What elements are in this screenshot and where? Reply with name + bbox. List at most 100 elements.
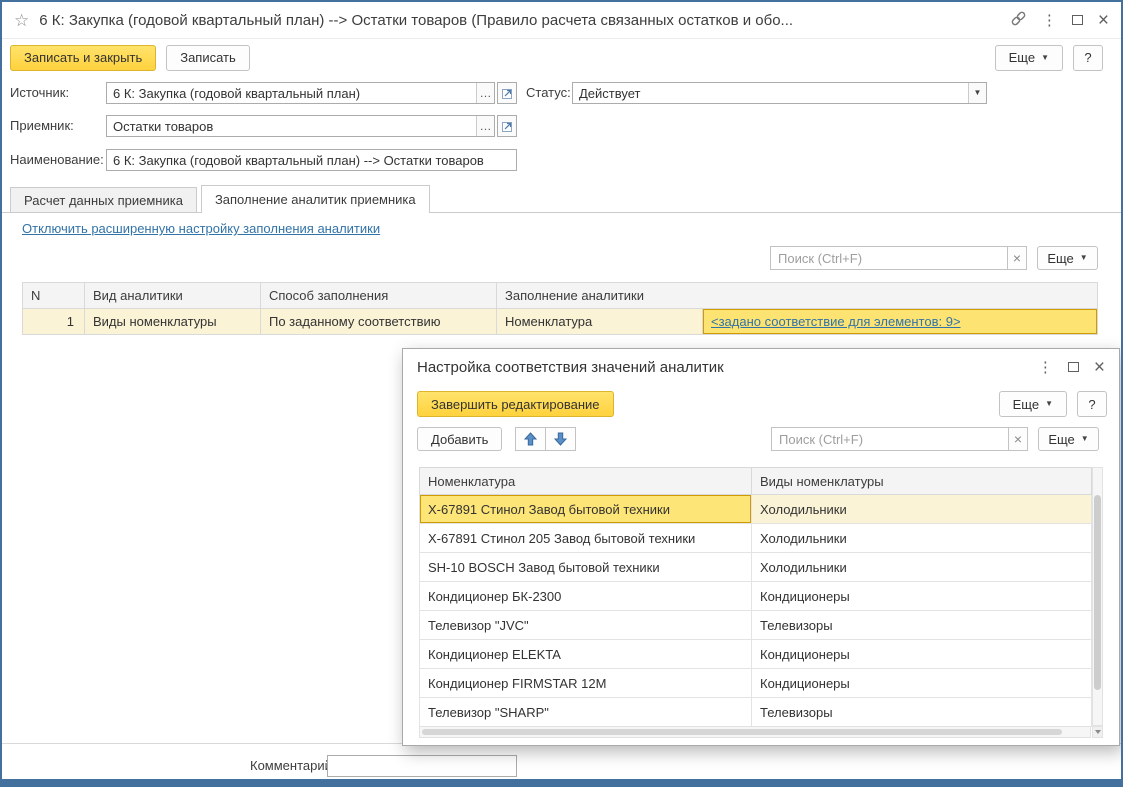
cell-item-kind[interactable]: Телевизоры <box>751 610 1092 640</box>
dialog-close-icon[interactable]: × <box>1094 358 1105 377</box>
receiver-choose-button[interactable]: … <box>476 116 494 136</box>
dialog-search-clear-button[interactable]: × <box>1008 427 1028 451</box>
more-label: Еще <box>1048 431 1075 447</box>
more-label: Еще <box>1012 396 1040 412</box>
save-button[interactable]: Записать <box>166 44 250 71</box>
cell-item[interactable]: Х-67891 Стинол 205 Завод бытовой техники <box>419 523 752 553</box>
close-icon[interactable]: × <box>1098 11 1109 30</box>
cell-item-kind[interactable]: Кондиционеры <box>751 639 1092 669</box>
scroll-down-button[interactable] <box>1092 726 1103 738</box>
source-open-button[interactable] <box>497 82 517 104</box>
column-header-n[interactable]: N <box>22 282 85 309</box>
dialog-menu-icon[interactable]: ⋮ <box>1038 360 1053 375</box>
analytics-search-input[interactable] <box>771 247 1007 269</box>
cell-row-number[interactable]: 1 <box>22 308 85 335</box>
tab-calc-data[interactable]: Расчет данных приемника <box>10 187 197 213</box>
vertical-scrollbar[interactable] <box>1092 467 1103 726</box>
name-field <box>106 149 517 171</box>
arrow-up-icon <box>524 432 537 446</box>
maximize-icon[interactable] <box>1071 15 1083 25</box>
source-label: Источник: <box>10 85 70 100</box>
cell-item[interactable]: SH-10 BOSCH Завод бытовой техники <box>419 552 752 582</box>
mapping-row[interactable]: Телевизор "JVC" Телевизоры <box>419 610 1092 640</box>
name-label: Наименование: <box>10 152 104 167</box>
analytics-search-field <box>770 246 1008 270</box>
add-button[interactable]: Добавить <box>417 427 503 451</box>
help-button[interactable]: ? <box>1073 44 1103 71</box>
move-up-button[interactable] <box>515 427 546 451</box>
cell-item[interactable]: Х-67891 Стинол Завод бытовой техники <box>419 494 752 524</box>
cell-fill-value[interactable]: Номенклатура <box>496 308 703 335</box>
receiver-input[interactable] <box>107 116 476 136</box>
receiver-label: Приемник: <box>10 118 74 133</box>
save-and-close-button[interactable]: Записать и закрыть <box>10 44 157 71</box>
column-header-method[interactable]: Способ заполнения <box>260 282 497 309</box>
more-label: Еще <box>1047 250 1074 266</box>
comment-input[interactable] <box>328 756 516 776</box>
source-field: … <box>106 82 495 104</box>
analytics-search-clear-button[interactable]: × <box>1007 246 1027 270</box>
disable-advanced-setup-link[interactable]: Отключить расширенную настройку заполнен… <box>22 221 380 236</box>
cell-item[interactable]: Телевизор "SHARP" <box>419 697 752 727</box>
mapping-row[interactable]: Х-67891 Стинол Завод бытовой техники Хол… <box>419 494 1092 524</box>
dialog-title: Настройка соответствия значений аналитик <box>417 358 724 376</box>
cell-item-kind[interactable]: Кондиционеры <box>751 668 1092 698</box>
source-input[interactable] <box>107 83 476 103</box>
cell-item[interactable]: Кондиционер FIRMSTAR 12M <box>419 668 752 698</box>
mapping-row[interactable]: Кондиционер БК-2300 Кондиционеры <box>419 581 1092 611</box>
finish-editing-button[interactable]: Завершить редактирование <box>417 391 614 417</box>
mapping-row[interactable]: SH-10 BOSCH Завод бытовой техники Холоди… <box>419 552 1092 582</box>
dialog-search-input[interactable] <box>772 428 1008 450</box>
mapping-row[interactable]: Телевизор "SHARP" Телевизоры <box>419 697 1092 727</box>
get-link-icon[interactable] <box>1010 10 1027 30</box>
name-input[interactable] <box>107 150 516 170</box>
column-header-item-kind[interactable]: Виды номенклатуры <box>751 467 1092 495</box>
cell-item[interactable]: Телевизор "JVC" <box>419 610 752 640</box>
cell-item-kind[interactable]: Телевизоры <box>751 697 1092 727</box>
horizontal-scrollbar[interactable] <box>419 726 1091 738</box>
mapping-row[interactable]: Кондиционер ELEKTA Кондиционеры <box>419 639 1092 669</box>
cell-mapping[interactable]: <задано соответствие для элементов: 9> <box>702 308 1098 335</box>
cell-item[interactable]: Кондиционер БК-2300 <box>419 581 752 611</box>
caret-down-icon: ▼ <box>973 88 982 97</box>
favorite-star-icon[interactable]: ☆ <box>14 12 29 29</box>
dialog-maximize-icon[interactable] <box>1067 362 1079 372</box>
cell-fill-method[interactable]: По заданному соответствию <box>260 308 497 335</box>
mapping-link[interactable]: <задано соответствие для элементов: 9> <box>711 314 961 329</box>
column-header-kind[interactable]: Вид аналитики <box>84 282 261 309</box>
mapping-row[interactable]: Кондиционер FIRMSTAR 12M Кондиционеры <box>419 668 1092 698</box>
status-input[interactable] <box>573 83 968 103</box>
comment-field <box>327 755 517 777</box>
mapping-row[interactable]: Х-67891 Стинол 205 Завод бытовой техники… <box>419 523 1092 553</box>
column-header-fill[interactable]: Заполнение аналитики <box>496 282 1098 309</box>
cell-item-kind[interactable]: Холодильники <box>751 523 1092 553</box>
analytics-more-button[interactable]: Еще ▼ <box>1037 246 1098 270</box>
analytics-table-header: N Вид аналитики Способ заполнения Заполн… <box>22 282 1098 309</box>
dialog-search-field <box>771 427 1009 451</box>
receiver-open-button[interactable] <box>497 115 517 137</box>
analytics-table-row[interactable]: 1 Виды номенклатуры По заданному соответ… <box>22 308 1098 335</box>
column-header-item[interactable]: Номенклатура <box>419 467 752 495</box>
more-label: Еще <box>1008 50 1036 65</box>
mapping-table-header: Номенклатура Виды номенклатуры <box>419 467 1092 495</box>
dialog-table-more-button[interactable]: Еще ▼ <box>1038 427 1099 451</box>
horizontal-scrollbar-thumb[interactable] <box>422 729 1062 735</box>
cell-item-kind[interactable]: Холодильники <box>751 552 1092 582</box>
window-menu-icon[interactable]: ⋮ <box>1042 13 1057 28</box>
cell-item-kind[interactable]: Холодильники <box>751 494 1092 524</box>
arrow-down-icon <box>554 432 567 446</box>
mapping-dialog: Настройка соответствия значений аналитик… <box>402 348 1120 746</box>
dialog-more-button[interactable]: Еще ▼ <box>998 391 1067 417</box>
tab-fill-analytics[interactable]: Заполнение аналитик приемника <box>200 185 430 213</box>
vertical-scrollbar-thumb[interactable] <box>1094 495 1101 690</box>
source-choose-button[interactable]: … <box>476 83 494 103</box>
caret-down-icon: ▼ <box>1080 434 1089 443</box>
move-down-button[interactable] <box>545 427 576 451</box>
status-dropdown-button[interactable]: ▼ <box>968 83 986 103</box>
dialog-help-button[interactable]: ? <box>1077 391 1107 417</box>
cell-item-kind[interactable]: Кондиционеры <box>751 581 1092 611</box>
rule-edit-window: ☆ 6 К: Закупка (годовой квартальный план… <box>0 0 1123 787</box>
window-more-button[interactable]: Еще ▼ <box>994 44 1063 71</box>
cell-item[interactable]: Кондиционер ELEKTA <box>419 639 752 669</box>
cell-analytics-kind[interactable]: Виды номенклатуры <box>84 308 261 335</box>
